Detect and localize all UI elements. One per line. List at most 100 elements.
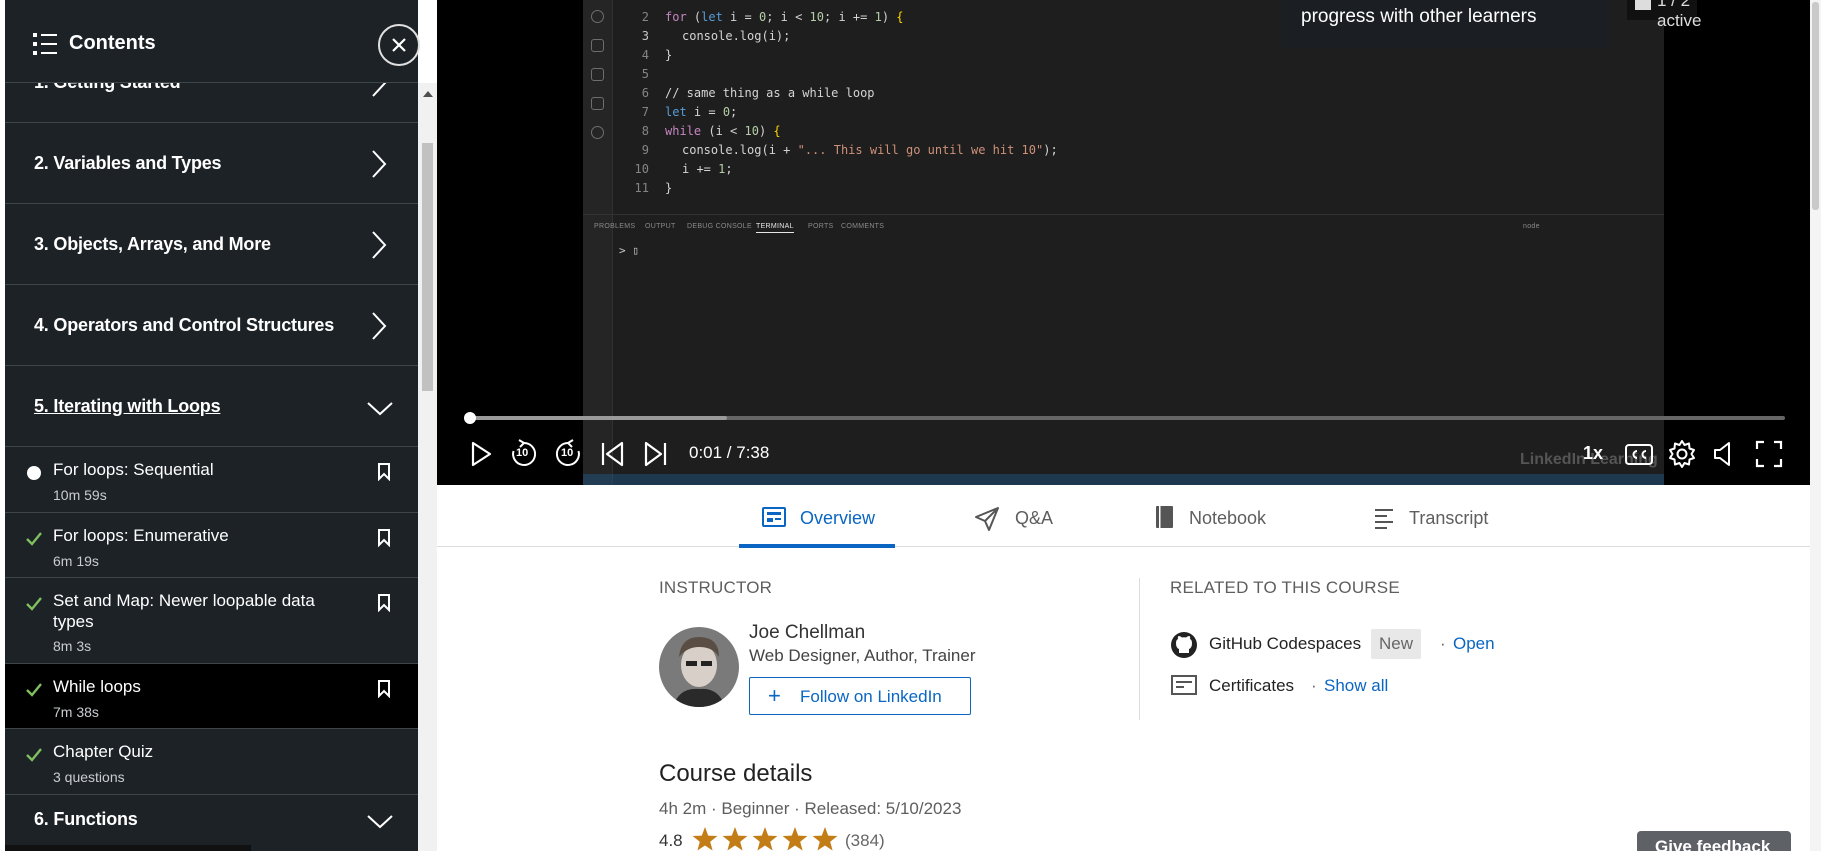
chapter-5[interactable]: 5. Iterating with Loops (5, 366, 418, 447)
video-player[interactable]: 2 for (let i = 0; i < 10; i += 1) { 3 cons… (437, 0, 1810, 485)
extensions-icon (591, 97, 604, 110)
course-player-page: Contents 1. Getting Started 2. Variables… (0, 0, 1821, 851)
scroll-up-arrow-icon[interactable] (423, 91, 433, 97)
chapter-3[interactable]: 3. Objects, Arrays, and More (5, 204, 418, 285)
lesson-title: While loops (53, 677, 141, 696)
bookmark-icon[interactable] (377, 680, 391, 698)
instructor-avatar[interactable] (659, 627, 739, 707)
follow-on-linkedin-button[interactable]: + Follow on LinkedIn (749, 677, 971, 715)
lesson-item[interactable]: For loops: Enumerative 6m 19s (5, 513, 418, 578)
tab-label: Notebook (1189, 508, 1267, 528)
overview-icon (762, 507, 786, 527)
star-icon (782, 827, 808, 851)
sidebar-scrollbar[interactable] (418, 83, 437, 851)
play-icon[interactable] (464, 438, 496, 470)
close-icon (392, 38, 406, 52)
lesson-item[interactable]: Set and Map: Newer loopable data types 8… (5, 578, 418, 664)
follow-label: Follow on LinkedIn (800, 687, 942, 706)
sidebar-header: Contents (5, 0, 420, 83)
scrollbar-thumb[interactable] (422, 143, 433, 391)
active-viewers-badge: 1 / 2 active (1627, 0, 1701, 30)
list-icon (33, 33, 57, 55)
lesson-title: Set and Map: Newer loopable data types (53, 591, 315, 631)
skip-back-10-button[interactable]: 10 (508, 438, 540, 470)
bookmark-icon[interactable] (377, 529, 391, 547)
tab-overview[interactable]: Overview (739, 485, 895, 548)
transcript-icon (1375, 509, 1393, 529)
chapter-6[interactable]: 6. Functions (5, 795, 418, 851)
chevron-right-icon (372, 231, 387, 259)
tab-qa[interactable]: Q&A (974, 485, 1064, 547)
fullscreen-icon[interactable] (1753, 438, 1785, 470)
page-scrollbar[interactable] (1810, 0, 1821, 851)
sidebar-title: Contents (69, 32, 156, 54)
close-sidebar-button[interactable] (378, 24, 420, 66)
next-icon[interactable] (640, 438, 672, 470)
scrubber-handle[interactable] (464, 412, 477, 424)
lesson-duration: 10m 59s (53, 487, 107, 503)
separator-dot: · (1440, 634, 1446, 653)
panel-tab-terminal: TERMINAL (756, 223, 794, 233)
editor-activity-bar (583, 0, 613, 485)
related-heading: RELATED TO THIS COURSE (1170, 578, 1400, 597)
instructor-name[interactable]: Joe Chellman (749, 622, 865, 644)
checkmark-icon (26, 748, 42, 762)
viewers-icon (1635, 0, 1651, 10)
chapter-1[interactable]: 1. Getting Started (5, 83, 418, 123)
rating-stars (692, 827, 838, 851)
bottom-edge-strip (5, 845, 251, 851)
bookmark-icon[interactable] (377, 463, 391, 481)
content-tabs: Overview Q&A Notebook Transcript (437, 485, 1810, 548)
course-details-title: Course details (659, 760, 813, 787)
lesson-item[interactable]: Chapter Quiz 3 questions (5, 729, 418, 795)
video-frame-code-editor: 2 for (let i = 0; i < 10; i += 1) { 3 cons… (583, 0, 1664, 485)
tab-transcript[interactable]: Transcript (1374, 485, 1504, 547)
settings-gear-icon[interactable] (1666, 438, 1698, 470)
notification-banner: progress with other learners (1281, 0, 1609, 48)
star-icon (722, 827, 748, 851)
video-progress-bar[interactable] (464, 412, 1785, 424)
source-control-icon (591, 39, 604, 52)
contents-sidebar: Contents 1. Getting Started 2. Variables… (0, 0, 437, 851)
certificates-show-all-link[interactable]: Show all (1324, 676, 1388, 696)
chapter-label: 5. Iterating with Loops (34, 396, 221, 416)
codespaces-name: GitHub Codespaces (1209, 634, 1362, 653)
chevron-down-icon (367, 402, 393, 416)
editor-status-bar (583, 474, 1664, 485)
in-progress-dot-icon (27, 466, 41, 480)
panel-tab-comments: COMMENTS (841, 223, 885, 230)
buffered-bar (467, 416, 727, 420)
checkmark-icon (26, 683, 42, 697)
chevron-right-icon (372, 312, 387, 340)
bookmark-icon[interactable] (377, 594, 391, 612)
lesson-duration: 6m 19s (53, 553, 99, 569)
section-divider (1139, 578, 1140, 720)
lesson-duration: 8m 3s (53, 638, 92, 654)
closed-captions-icon[interactable] (1623, 438, 1655, 470)
tab-notebook[interactable]: Notebook (1154, 485, 1279, 547)
lesson-item[interactable]: For loops: Sequential 10m 59s (5, 447, 418, 513)
page-scrollbar-thumb[interactable] (1812, 2, 1819, 210)
volume-muted-icon[interactable] (1709, 438, 1741, 470)
certificates-name: Certificates (1209, 676, 1295, 695)
lesson-duration: 3 questions (53, 769, 125, 785)
give-feedback-button[interactable]: Give feedback (1637, 831, 1791, 851)
overview-panel: INSTRUCTOR Joe Chellman Web Designer, Au… (437, 548, 1810, 851)
chapter-2[interactable]: 2. Variables and Types (5, 123, 418, 204)
panel-terminal-name: node (1523, 223, 1540, 230)
playback-speed-button[interactable]: 1x (1583, 443, 1603, 464)
chapter-label: 3. Objects, Arrays, and More (34, 234, 271, 254)
search-icon (591, 10, 604, 23)
panel-tab-problems: PROBLEMS (594, 223, 636, 230)
qa-icon (975, 507, 999, 531)
codespaces-open-link[interactable]: Open (1453, 634, 1495, 654)
star-icon (812, 827, 838, 851)
previous-icon[interactable] (596, 438, 628, 470)
instructor-title: Web Designer, Author, Trainer (749, 646, 976, 665)
terminal-prompt: > ▯ (619, 244, 639, 257)
lesson-title: For loops: Enumerative (53, 526, 229, 545)
skip-forward-10-button[interactable]: 10 (552, 438, 584, 470)
lesson-item-active[interactable]: While loops 7m 38s (5, 664, 418, 729)
chapter-4[interactable]: 4. Operators and Control Structures (5, 285, 418, 366)
instructor-heading: INSTRUCTOR (659, 578, 773, 597)
